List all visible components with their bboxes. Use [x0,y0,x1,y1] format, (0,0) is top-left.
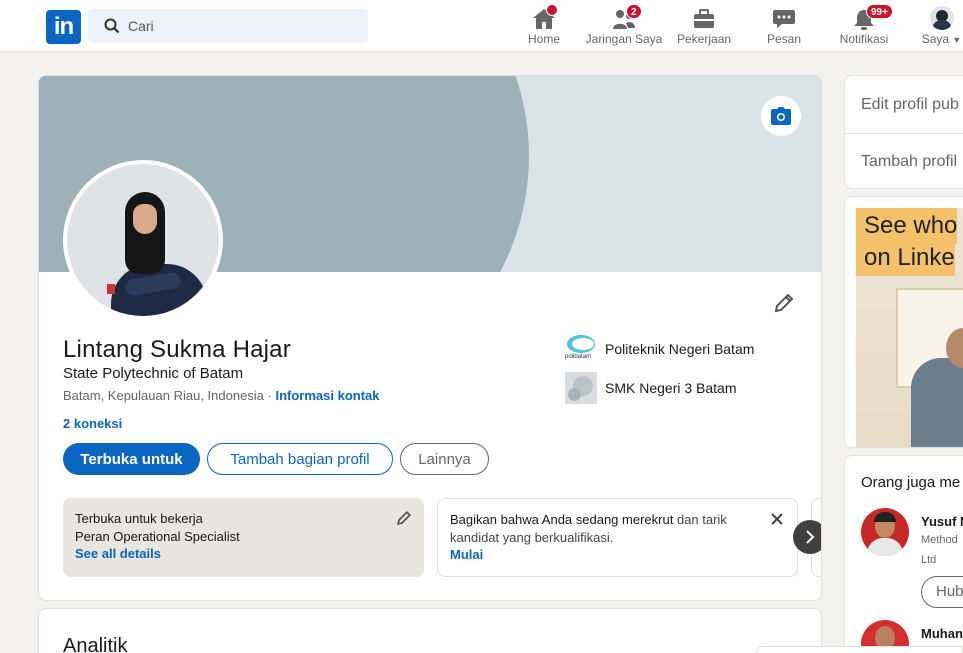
person-avatar [861,508,909,556]
linkedin-logo[interactable]: in [46,10,81,44]
education-item-polibatam[interactable]: polibatam Politeknik Negeri Batam [565,333,754,365]
nav-me[interactable]: Saya ▼ [920,4,963,48]
person-item[interactable]: Yusuf N Method Ltd Hub [861,508,963,608]
home-badge-dot [546,4,558,16]
nav-notifications[interactable]: 99+ Notifikasi [836,4,893,48]
connect-button[interactable]: Hub [921,576,963,608]
pencil-icon[interactable] [396,510,412,526]
connections-link[interactable]: 2 koneksi [63,416,122,431]
message-icon [773,10,795,28]
carousel-next-button[interactable] [793,520,821,554]
nav-messaging-label: Pesan [766,32,802,46]
ad-image: See who on Linke [856,208,963,447]
education-name: Politeknik Negeri Batam [605,341,755,357]
caret-down-icon: ▼ [952,35,962,45]
analytics-title: Analitik [63,635,128,653]
analytics-card: Analitik [38,608,822,653]
profile-card: Lintang Sukma Hajar State Polytechnic of… [38,75,822,601]
location-text: Batam, Kepulauan Riau, Indonesia · [63,388,276,403]
open-to-work-box: Terbuka untuk bekerja Peran Operational … [63,498,424,577]
profile-name: Lintang Sukma Hajar [63,336,291,363]
ad-headline-line2: on Linke [856,240,955,276]
nav-me-label: Saya ▼ [921,32,962,46]
nav-home-label: Home [527,32,560,46]
ad-headline-line1: See who [856,208,958,244]
nav-notifications-label: Notifikasi [839,32,889,46]
open-to-work-role: Peran Operational Specialist [75,528,240,544]
person-name[interactable]: Muhan [921,626,963,641]
divider [845,133,963,134]
open-to-work-title: Terbuka untuk bekerja [75,511,203,526]
person-headline: Method [921,534,958,546]
profile-photo[interactable] [63,160,223,320]
pencil-icon [774,293,794,313]
search-input[interactable] [128,9,358,43]
profile-settings-card: Edit profil pub Tambah profil [844,75,963,189]
messaging-overlay-edge[interactable] [756,646,963,653]
people-also-viewed-card: Orang juga me Yusuf N Method Ltd Hub Muh… [844,455,963,653]
network-badge: 2 [626,4,642,19]
nav-network[interactable]: 2 Jaringan Saya [585,4,663,48]
more-button[interactable]: Lainnya [400,443,489,475]
ad-card[interactable]: See who on Linke [844,196,963,448]
profile-headline: State Polytechnic of Batam [63,365,244,382]
people-also-viewed-title: Orang juga me [861,474,961,491]
search-box[interactable] [88,9,368,43]
edit-public-profile-link[interactable]: Edit profil pub [861,96,959,114]
top-navigation-bar: in Home 2 Jaringan Saya Pekerjaan Pesan [0,0,963,52]
nav-jobs-label: Pekerjaan [677,32,732,46]
edit-background-button[interactable] [761,96,801,136]
close-icon[interactable] [771,513,783,525]
hiring-text-bold: Bagikan bahwa Anda sedang merekrut [450,512,674,527]
nav-jobs[interactable]: Pekerjaan [677,4,731,48]
education-item-smk[interactable]: SMK Negeri 3 Batam [565,372,737,404]
camera-icon [771,107,791,125]
briefcase-icon [694,9,714,28]
hiring-box: Bagikan bahwa Anda sedang merekrut dan t… [437,498,798,577]
me-avatar [929,6,954,30]
add-profile-language-link[interactable]: Tambah profil [861,153,957,171]
profile-location: Batam, Kepulauan Riau, Indonesia · Infor… [63,388,380,403]
edit-intro-button[interactable] [773,292,795,319]
open-to-button[interactable]: Terbuka untuk [63,443,200,475]
nav-messaging[interactable]: Pesan [764,4,804,48]
chevron-right-icon [806,530,815,544]
nav-home[interactable]: Home [522,4,566,48]
search-icon [104,18,120,34]
person-name[interactable]: Yusuf N [921,514,963,529]
education-name: SMK Negeri 3 Batam [605,380,737,396]
hiring-start-link[interactable]: Mulai [450,546,785,564]
notifications-badge: 99+ [866,4,893,19]
add-profile-section-button[interactable]: Tambah bagian profil [207,443,393,475]
polibatam-logo: polibatam [565,333,597,365]
contact-info-link[interactable]: Informasi kontak [275,388,379,403]
school-placeholder-logo [565,372,597,404]
nav-network-label: Jaringan Saya [585,32,663,46]
person-headline-2: Ltd [921,554,937,566]
see-all-details-link[interactable]: See all details [75,545,412,563]
